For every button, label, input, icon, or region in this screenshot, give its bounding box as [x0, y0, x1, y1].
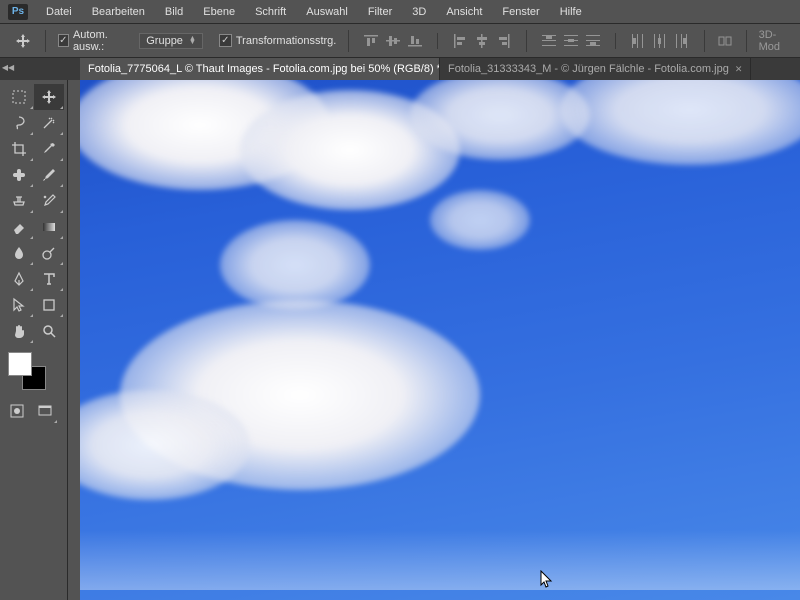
menu-layer[interactable]: Ebene [195, 4, 243, 20]
separator [348, 30, 349, 52]
lasso-tool[interactable] [4, 110, 34, 136]
blur-tool[interactable] [4, 240, 34, 266]
separator [437, 33, 438, 49]
color-swatches[interactable] [8, 352, 48, 392]
quick-mask-tool[interactable] [4, 398, 30, 424]
dodge-tool[interactable] [34, 240, 64, 266]
distribute-right-icon[interactable] [672, 30, 692, 52]
history-brush-tool[interactable] [34, 188, 64, 214]
canvas[interactable] [80, 80, 800, 600]
separator [704, 30, 705, 52]
menu-file[interactable]: Datei [38, 4, 80, 20]
mode-label[interactable]: 3D-Mod [759, 29, 800, 53]
auto-align-icon[interactable] [717, 30, 734, 52]
check-icon: ✓ [58, 34, 69, 47]
crop-tool[interactable] [4, 136, 34, 162]
document-tab-inactive[interactable]: Fotolia_31333343_M - © Jürgen Fälchle - … [440, 58, 751, 80]
path-selection-tool[interactable] [4, 292, 34, 318]
screen-mode-tool[interactable] [32, 398, 58, 424]
move-tool-icon [14, 30, 33, 52]
menu-select[interactable]: Auswahl [298, 4, 356, 20]
distribute-hcenter-icon[interactable] [650, 30, 670, 52]
type-tool[interactable] [34, 266, 64, 292]
document-tab-bar: Fotolia_7775064_L © Thaut Images - Fotol… [0, 58, 800, 80]
align-top-icon[interactable] [361, 30, 381, 52]
tools-panel [0, 80, 68, 600]
clone-stamp-tool[interactable] [4, 188, 34, 214]
healing-brush-tool[interactable] [4, 162, 34, 188]
check-icon: ✓ [219, 34, 232, 47]
menu-help[interactable]: Hilfe [552, 4, 590, 20]
auto-select-label: Autom. ausw.: [73, 29, 131, 53]
hand-tool[interactable] [4, 318, 34, 344]
distribute-left-icon[interactable] [628, 30, 648, 52]
tab-title: Fotolia_31333343_M - © Jürgen Fälchle - … [448, 63, 729, 75]
distribute-top-icon[interactable] [539, 30, 559, 52]
distribute-bottom-icon[interactable] [583, 30, 603, 52]
dropdown-arrows-icon: ▲▼ [189, 37, 196, 45]
marquee-tool[interactable] [4, 84, 34, 110]
dropdown-value: Gruppe [146, 35, 183, 47]
align-vcenter-icon[interactable] [383, 30, 403, 52]
app-logo: Ps [8, 4, 28, 20]
foreground-color-swatch[interactable] [8, 352, 32, 376]
collapse-toolbar-icon[interactable]: ◀◀ [2, 62, 14, 72]
align-group-2 [450, 30, 514, 52]
transform-controls-checkbox[interactable]: ✓ Transformationsstrg. [219, 34, 336, 47]
tab-title: Fotolia_7775064_L © Thaut Images - Fotol… [88, 63, 440, 75]
menu-filter[interactable]: Filter [360, 4, 400, 20]
separator [526, 30, 527, 52]
align-bottom-icon[interactable] [405, 30, 425, 52]
distribute-group-1 [539, 30, 603, 52]
align-group-1 [361, 30, 425, 52]
menu-type[interactable]: Schrift [247, 4, 294, 20]
brush-tool[interactable] [34, 162, 64, 188]
distribute-group-2 [628, 30, 692, 52]
magic-wand-tool[interactable] [34, 110, 64, 136]
gradient-tool[interactable] [34, 214, 64, 240]
menu-window[interactable]: Fenster [494, 4, 547, 20]
separator [746, 30, 747, 52]
eyedropper-tool[interactable] [34, 136, 64, 162]
zoom-tool[interactable] [34, 318, 64, 344]
menu-view[interactable]: Ansicht [438, 4, 490, 20]
align-hcenter-icon[interactable] [472, 30, 492, 52]
distribute-vcenter-icon[interactable] [561, 30, 581, 52]
document-tab-active[interactable]: Fotolia_7775064_L © Thaut Images - Fotol… [80, 58, 440, 80]
align-left-icon[interactable] [450, 30, 470, 52]
align-right-icon[interactable] [494, 30, 514, 52]
options-bar: ✓ Autom. ausw.: Gruppe ▲▼ ✓ Transformati… [0, 24, 800, 58]
menu-3d[interactable]: 3D [404, 4, 434, 20]
menu-image[interactable]: Bild [157, 4, 191, 20]
transform-label: Transformationsstrg. [236, 35, 336, 47]
separator [45, 30, 46, 52]
move-tool[interactable] [34, 84, 64, 110]
menu-edit[interactable]: Bearbeiten [84, 4, 153, 20]
shape-tool[interactable] [34, 292, 64, 318]
auto-select-dropdown[interactable]: Gruppe ▲▼ [139, 33, 203, 49]
separator [615, 33, 616, 49]
menu-bar: Ps Datei Bearbeiten Bild Ebene Schrift A… [0, 0, 800, 24]
eraser-tool[interactable] [4, 214, 34, 240]
pen-tool[interactable] [4, 266, 34, 292]
auto-select-checkbox[interactable]: ✓ Autom. ausw.: [58, 29, 132, 53]
mouse-cursor-icon [540, 570, 554, 590]
close-icon[interactable]: ✕ [735, 64, 743, 75]
